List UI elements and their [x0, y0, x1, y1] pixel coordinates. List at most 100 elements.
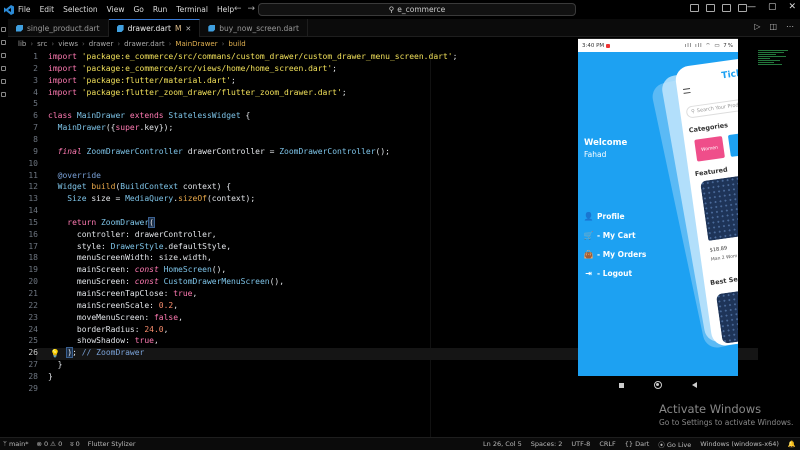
code-line[interactable]: 17 style: DrawerStyle.defaultStyle,	[18, 241, 231, 253]
code-line[interactable]: 9 final ZoomDrawerController drawerContr…	[18, 146, 390, 158]
breadcrumb-item[interactable]: src	[37, 40, 47, 48]
search-view-icon[interactable]	[1, 40, 6, 45]
menu-item-terminal[interactable]: Terminal	[176, 5, 208, 14]
category-card-women[interactable]: Women	[694, 135, 725, 162]
cursor-position[interactable]: Ln 26, Col 5	[483, 440, 522, 448]
minimap[interactable]	[758, 50, 792, 80]
flutter-device-selector[interactable]: Windows (windows-x64)	[700, 440, 779, 448]
code-line[interactable]: 11 @override	[18, 170, 101, 182]
menu-item-view[interactable]: View	[107, 5, 125, 14]
explorer-icon[interactable]	[1, 27, 6, 32]
breadcrumb-item[interactable]: lib	[18, 40, 26, 48]
branch-indicator[interactable]: ᛘ main*	[3, 440, 28, 448]
code-line[interactable]: 12 Widget build(BuildContext context) {	[18, 181, 231, 193]
code-line[interactable]: 13 Size size = MediaQuery.sizeOf(context…	[18, 193, 255, 205]
code-line[interactable]: 14	[18, 205, 48, 217]
code-line[interactable]: 7 MainDrawer({super.key});	[18, 122, 173, 134]
ports-indicator[interactable]: ʬ 0	[70, 440, 80, 448]
activity-bar	[0, 19, 8, 437]
code-line[interactable]: 10	[18, 158, 48, 170]
menu-item-file[interactable]: File	[18, 5, 31, 14]
language-mode[interactable]: {} Dart	[625, 440, 650, 448]
code-line[interactable]: 5	[18, 98, 48, 110]
code-line[interactable]: 22 mainScreenScale: 0.2,	[18, 300, 178, 312]
code-line[interactable]: 25 showShadow: true,	[18, 335, 158, 347]
toggle-secondary-sidebar-icon[interactable]	[722, 4, 731, 12]
split-editor-icon[interactable]: ◫	[769, 22, 777, 31]
maximize-button[interactable]: ▢	[768, 2, 777, 12]
testing-icon[interactable]	[1, 92, 6, 97]
eol-setting[interactable]: CRLF	[599, 440, 615, 448]
code-line[interactable]: 6 class MainDrawer extends StatelessWidge…	[18, 110, 250, 122]
code-line[interactable]: 24 borderRadius: 24.0,	[18, 324, 168, 336]
category-card[interactable]	[727, 131, 738, 157]
product-image-shirt[interactable]	[700, 174, 738, 241]
code-line[interactable]: 18 menuScreenWidth: size.width,	[18, 252, 211, 264]
code-line[interactable]: 23 moveMenuScreen: false,	[18, 312, 183, 324]
line-number: 27	[28, 360, 38, 370]
code-line[interactable]: 15 return ZoomDrawer(	[18, 216, 155, 229]
run-debug-icon[interactable]	[1, 66, 6, 71]
toggle-panel-icon[interactable]	[706, 4, 715, 12]
line-number: 4	[33, 87, 38, 97]
code-line[interactable]: 20 menuScreen: const CustomDrawerMenuScr…	[18, 276, 284, 288]
code-line[interactable]: 3 import 'package:flutter/material.dart';	[18, 75, 236, 87]
drawer-item-my-orders[interactable]: 👜 - My Orders	[584, 250, 647, 259]
code-line[interactable]: 1 import 'package:e_commerce/src/commans/…	[18, 51, 457, 63]
product-image-shirt[interactable]	[715, 287, 738, 344]
drawer-item-profile[interactable]: 👤 Profile	[584, 212, 625, 221]
tab-drawer-dart[interactable]: drawer.dart M ✕	[108, 19, 201, 37]
phone-screen[interactable]: 3:40 PM ıll ıll ⌔ ▭ 7% Ticker ⚲ Search Y…	[578, 38, 738, 376]
breadcrumb-item[interactable]: drawer.dart	[124, 40, 164, 48]
code-editor[interactable]: 1 import 'package:e_commerce/src/commans/…	[18, 50, 578, 400]
product-search-input[interactable]: ⚲ Search Your Produ	[685, 92, 738, 119]
breadcrumb-item[interactable]: build	[228, 40, 245, 48]
toggle-sidebar-icon[interactable]	[690, 4, 699, 12]
menu-item-go[interactable]: Go	[133, 5, 143, 14]
tab-buy-now-screen-dart[interactable]: buy_now_screen.dart	[200, 19, 308, 37]
more-actions-icon[interactable]: ⋯	[786, 22, 794, 31]
breadcrumb-item[interactable]: MainDrawer	[175, 40, 217, 48]
source-control-icon[interactable]	[1, 53, 6, 58]
dart-file-icon	[116, 25, 124, 32]
extensions-icon[interactable]	[1, 79, 6, 84]
run-icon[interactable]: ▷	[754, 22, 760, 31]
lightbulb-icon[interactable]: 💡	[50, 349, 60, 358]
close-window-button[interactable]: ✕	[788, 2, 796, 12]
code-line[interactable]: 28}	[18, 371, 52, 383]
code-line[interactable]: 16 controller: drawerController,	[18, 229, 216, 241]
code-line[interactable]: 29	[18, 383, 48, 395]
code-line[interactable]: 21 mainScreenTapClose: true,	[18, 288, 197, 300]
line-number: 6	[33, 111, 38, 121]
code-line[interactable]: 19 mainScreen: const HomeScreen(),	[18, 264, 226, 276]
drawer-item-my-cart[interactable]: 🛒 - My Cart	[584, 231, 636, 240]
command-center-search[interactable]: ⚲ e_commerce	[258, 3, 576, 16]
close-tab-icon[interactable]: ✕	[185, 25, 191, 33]
drawer-item-logout[interactable]: ⇥ - Logout	[584, 269, 632, 278]
code-line[interactable]: 26 ); // ZoomDrawer	[18, 347, 144, 359]
tab-single-product-dart[interactable]: single_product.dart	[8, 19, 109, 37]
customize-layout-icon[interactable]	[738, 4, 747, 12]
code-line[interactable]: 8	[18, 134, 48, 146]
notifications-bell-icon[interactable]: 🔔	[788, 440, 796, 448]
menu-item-edit[interactable]: Edit	[40, 5, 55, 14]
flutter-stylizer-status[interactable]: Flutter Stylizer	[88, 440, 136, 448]
breadcrumb-item[interactable]: views	[58, 40, 78, 48]
go-live-button[interactable]: ⦿ Go Live	[658, 439, 691, 449]
indentation-setting[interactable]: Spaces: 2	[531, 440, 563, 448]
menu-item-selection[interactable]: Selection	[63, 5, 98, 14]
recents-icon[interactable]	[619, 382, 624, 388]
encoding-setting[interactable]: UTF-8	[571, 440, 590, 448]
minimize-button[interactable]: —	[747, 2, 756, 12]
code-line[interactable]: 4 import 'package:flutter_zoom_drawer/flu…	[18, 87, 346, 99]
code-line[interactable]: 2 import 'package:e_commerce/src/views/ho…	[18, 63, 337, 75]
menu-item-run[interactable]: Run	[153, 5, 167, 14]
back-icon[interactable]	[692, 382, 697, 388]
menu-item-help[interactable]: Help	[217, 5, 234, 14]
home-icon[interactable]	[654, 381, 662, 389]
problems-indicator[interactable]: ⊗ 0 ⚠ 0	[36, 440, 62, 448]
hamburger-menu-icon[interactable]	[683, 87, 691, 94]
breadcrumb-item[interactable]: drawer	[89, 40, 114, 48]
code-line[interactable]: 27 }	[18, 359, 62, 371]
line-number: 12	[28, 182, 38, 192]
